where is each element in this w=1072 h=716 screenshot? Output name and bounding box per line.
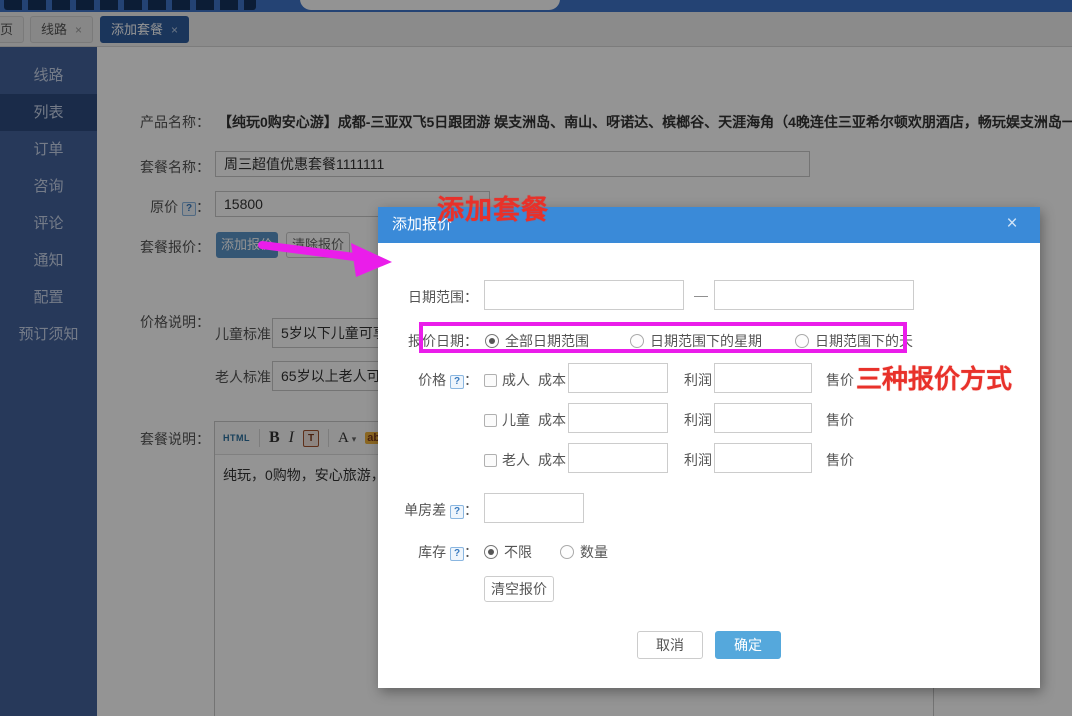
- checkbox-icon: [484, 414, 497, 427]
- profit-label: 利润: [684, 410, 712, 430]
- date-range-dash: —: [694, 287, 708, 303]
- single-room-input[interactable]: [484, 493, 584, 523]
- single-room-label: 单房差 ?：: [378, 500, 478, 520]
- sale-price-label: 售价: [826, 370, 854, 390]
- cost-label: 成本: [538, 370, 566, 390]
- senior-cost-input[interactable]: [568, 443, 668, 473]
- annotation-highlight-box: [419, 322, 907, 353]
- cost-label: 成本: [538, 450, 566, 470]
- child-checkbox[interactable]: 儿童: [484, 410, 530, 430]
- help-icon[interactable]: ?: [450, 505, 464, 519]
- confirm-button[interactable]: 确定: [715, 631, 781, 659]
- adult-cost-input[interactable]: [568, 363, 668, 393]
- radio-icon: [560, 545, 574, 559]
- annotation-add-package: 添加套餐: [437, 188, 549, 227]
- senior-profit-input[interactable]: [714, 443, 812, 473]
- radio-selected-icon: [484, 545, 498, 559]
- senior-checkbox[interactable]: 老人: [484, 450, 530, 470]
- radio-stock-quantity[interactable]: 数量: [560, 542, 608, 562]
- add-quote-modal: 添加报价 × 日期范围： — 报价日期： 全部日期范围 日期范围下的星期 日期范…: [378, 207, 1040, 688]
- adult-profit-input[interactable]: [714, 363, 812, 393]
- stock-label: 库存 ?：: [378, 542, 478, 562]
- child-profit-input[interactable]: [714, 403, 812, 433]
- profit-label: 利润: [684, 370, 712, 390]
- adult-checkbox[interactable]: 成人: [484, 370, 530, 390]
- child-cost-input[interactable]: [568, 403, 668, 433]
- checkbox-icon: [484, 454, 497, 467]
- radio-stock-unlimited[interactable]: 不限: [484, 542, 532, 562]
- close-icon[interactable]: ×: [998, 207, 1026, 243]
- price-label: 价格 ?：: [378, 370, 478, 390]
- help-icon[interactable]: ?: [450, 547, 464, 561]
- date-range-end-input[interactable]: [714, 280, 914, 310]
- profit-label: 利润: [684, 450, 712, 470]
- screen: 页 线路× 添加套餐× 线路 列表 订单 咨询 评论 通知 配置 预订须知 产品…: [0, 0, 1072, 716]
- date-range-start-input[interactable]: [484, 280, 684, 310]
- clear-quotes-button[interactable]: 清空报价: [484, 576, 554, 602]
- cancel-button[interactable]: 取消: [637, 631, 703, 659]
- cost-label: 成本: [538, 410, 566, 430]
- checkbox-icon: [484, 374, 497, 387]
- sale-price-label: 售价: [826, 450, 854, 470]
- sale-price-label: 售价: [826, 410, 854, 430]
- help-icon[interactable]: ?: [450, 375, 464, 389]
- annotation-three-quote-ways: 三种报价方式: [856, 359, 1012, 396]
- date-range-label: 日期范围：: [378, 287, 478, 307]
